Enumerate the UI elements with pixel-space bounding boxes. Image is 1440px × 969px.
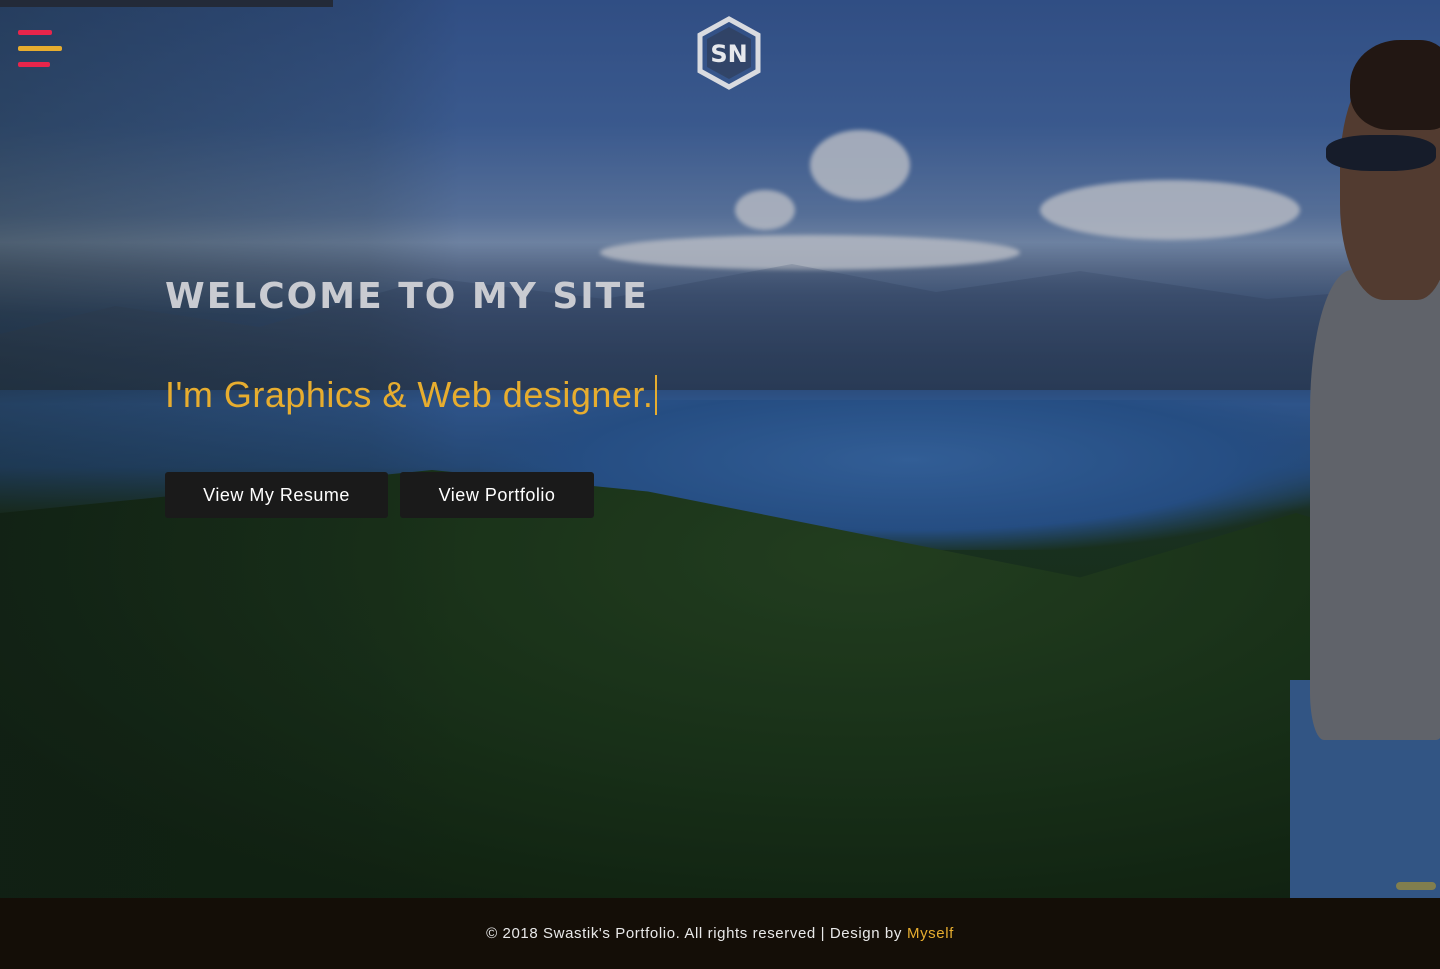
view-resume-button[interactable]: View My Resume — [165, 472, 388, 518]
hero-background — [0, 0, 1440, 898]
footer-copyright: © 2018 Swastik's Portfolio. All rights r… — [486, 925, 902, 942]
logo-text: SN — [710, 40, 747, 68]
dark-overlay — [0, 0, 1440, 898]
logo-svg: SN — [697, 16, 761, 90]
menu-bar-top — [18, 30, 52, 35]
menu-bar-bottom — [18, 62, 50, 67]
menu-bar-middle — [18, 46, 62, 51]
footer: © 2018 Swastik's Portfolio. All rights r… — [0, 898, 1440, 969]
typing-cursor — [655, 375, 658, 415]
tagline-text: I'm Graphics & Web designer. — [165, 374, 654, 415]
hexagon-logo-icon[interactable]: SN — [696, 16, 762, 90]
tagline: I'm Graphics & Web designer. — [165, 374, 658, 416]
footer-myself-link[interactable]: Myself — [907, 925, 954, 942]
top-strip — [0, 0, 333, 7]
welcome-heading: WELCOME TO MY SITE — [165, 276, 649, 317]
hamburger-icon[interactable] — [18, 30, 62, 68]
scroll-indicator — [1396, 882, 1436, 890]
view-portfolio-button[interactable]: View Portfolio — [400, 472, 594, 518]
